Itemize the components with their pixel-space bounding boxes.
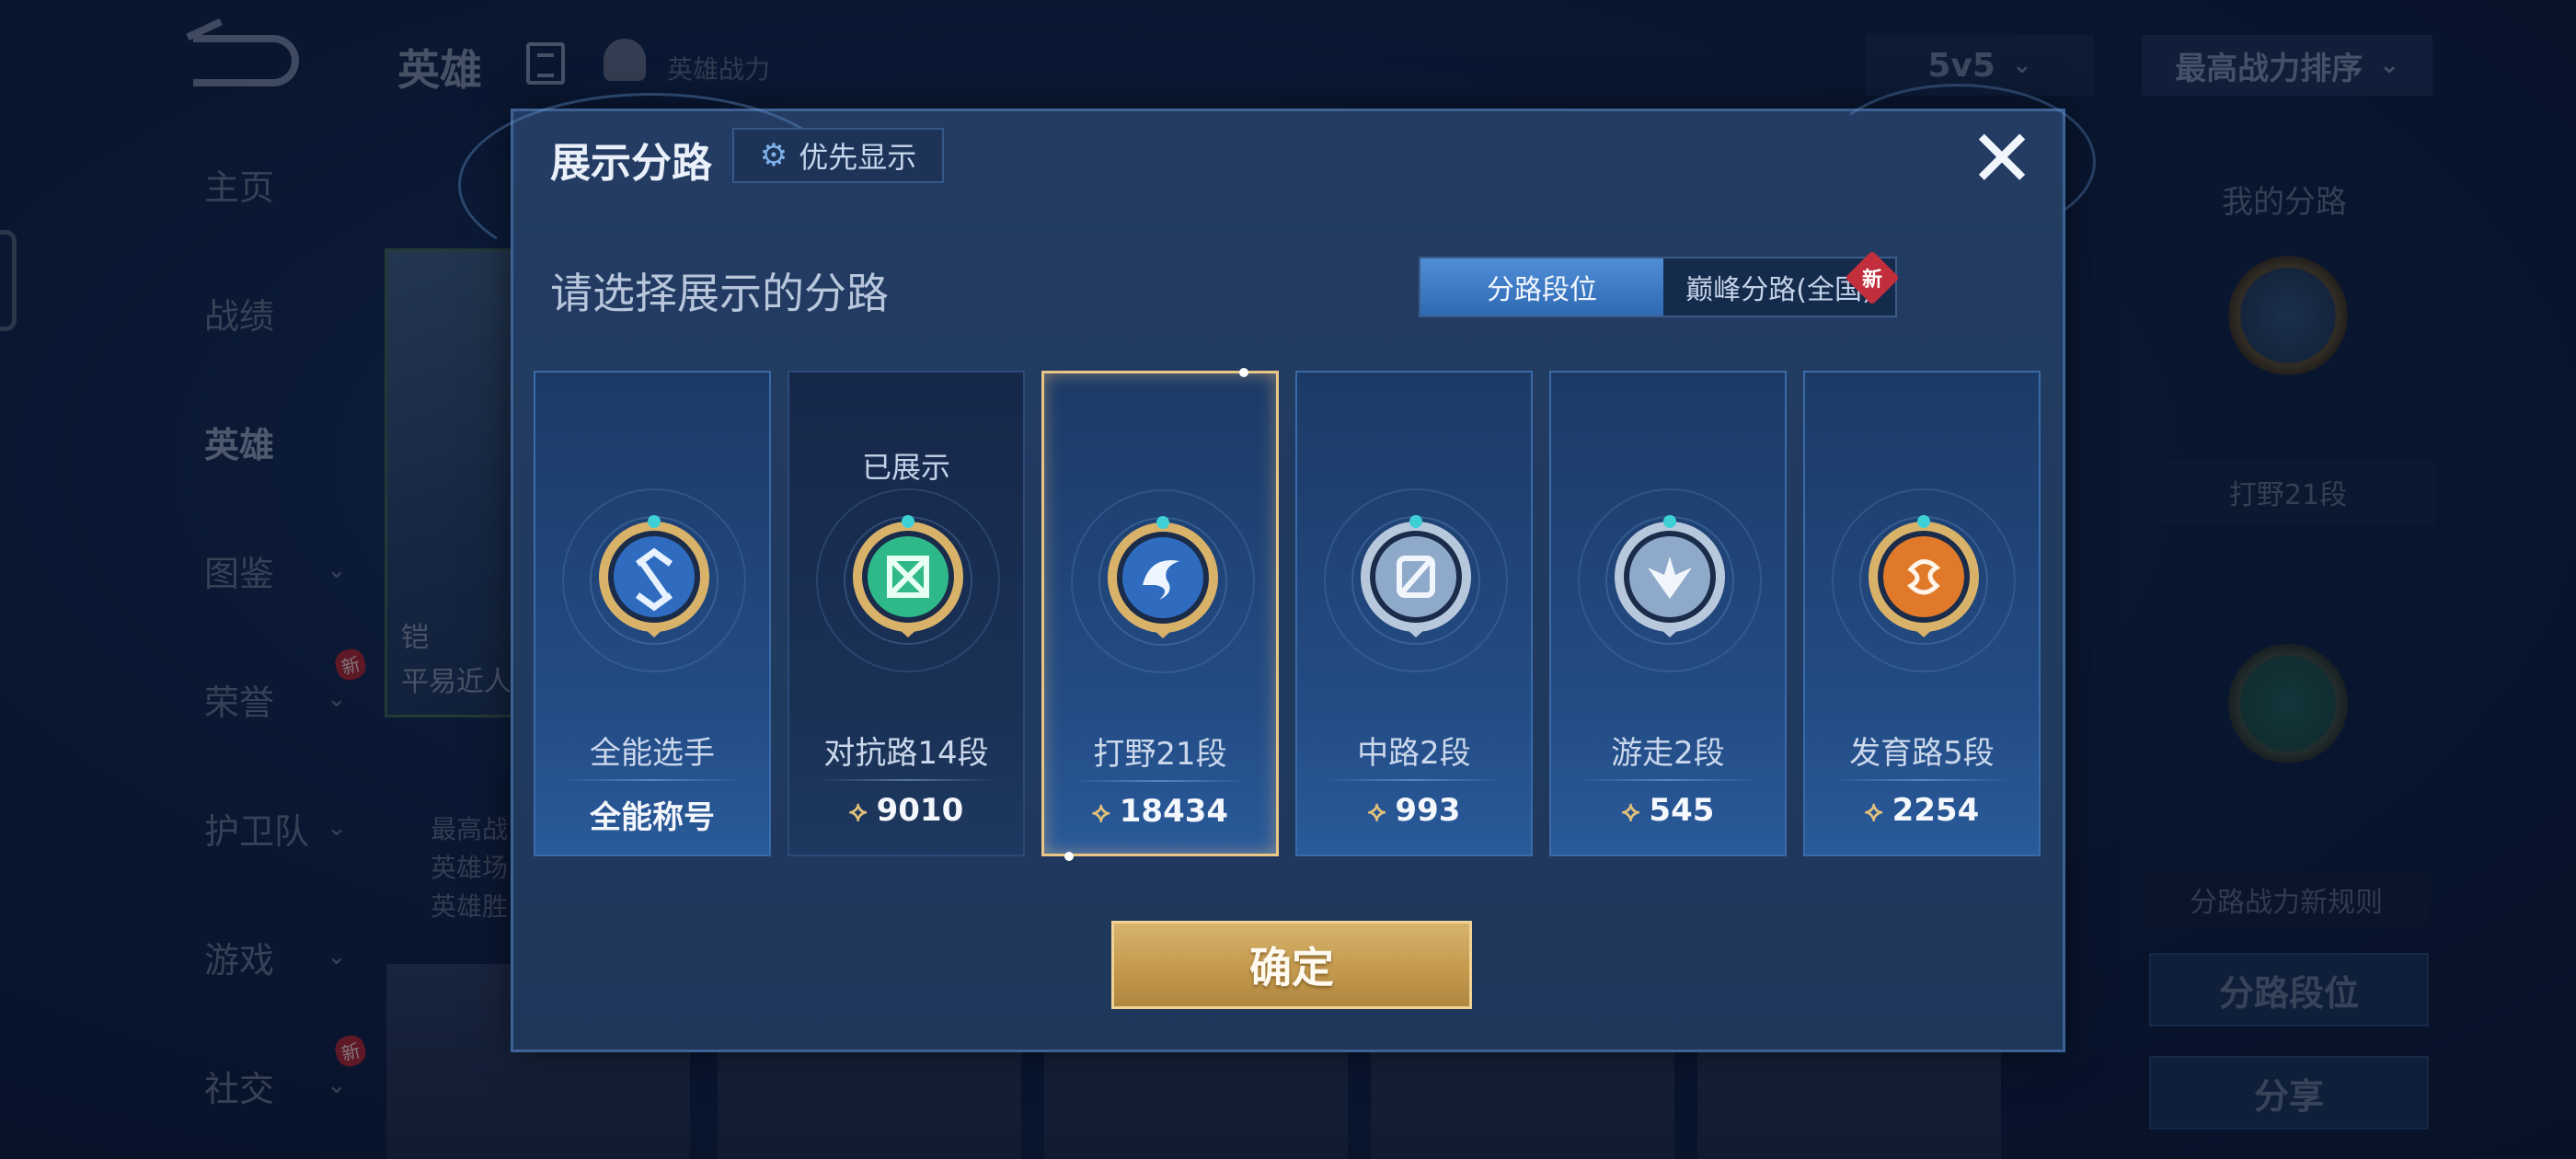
- lane-name: 游走2段: [1611, 735, 1725, 772]
- lane-score: ⟡ 2254: [1805, 792, 2039, 829]
- power-icon: ⟡: [848, 796, 868, 828]
- divider: [563, 779, 742, 781]
- lane-card-jungle[interactable]: 打野21段 ⟡ 18434: [1041, 368, 1279, 861]
- divider: [1325, 779, 1503, 781]
- lane-score-value: 9010: [876, 792, 964, 829]
- lane-display-modal: 展示分路 ⚙ 优先显示 ✕ 请选择展示的分路 分路段位 巅峰分路(全国) 新 全…: [458, 84, 2096, 1052]
- divider: [1072, 780, 1248, 782]
- power-icon: ⟡: [1091, 797, 1110, 829]
- confirm-button[interactable]: 确定: [1111, 921, 1472, 1009]
- close-icon[interactable]: ✕: [1965, 120, 2039, 199]
- modal-title: 展示分路: [550, 140, 712, 187]
- lane-score: ⟡ 993: [1297, 792, 1531, 829]
- lane-card-list: 全能选手 全能称号 已展示 对抗路14段 ⟡ 9010 打野21段 ⟡ 18434 中路2段 ⟡ 99…: [534, 368, 2042, 861]
- clash-emblem-icon: [844, 511, 972, 648]
- lane-name: 发育路5段: [1849, 735, 1995, 772]
- tab-lane-rank[interactable]: 分路段位: [1420, 258, 1663, 316]
- priority-display-label: 优先显示: [799, 140, 917, 175]
- lane-name: 对抗路14段: [823, 735, 989, 772]
- lane-tab-switch: 分路段位 巅峰分路(全国): [1419, 257, 1897, 317]
- shown-label: 已展示: [861, 450, 950, 485]
- lane-card-farm[interactable]: 发育路5段 ⟡ 2254: [1803, 371, 2041, 856]
- lane-score: 全能称号: [535, 792, 769, 837]
- decor-swirl: [1820, 84, 2096, 240]
- lane-name: 全能选手: [590, 735, 715, 772]
- power-icon: ⟡: [1367, 796, 1386, 828]
- jungle-emblem-icon: [1098, 511, 1227, 649]
- lane-score: ⟡ 545: [1551, 792, 1785, 829]
- selection-corner: [1064, 852, 1074, 861]
- lane-card-mid[interactable]: 中路2段 ⟡ 993: [1295, 371, 1533, 856]
- lane-score: ⟡ 18434: [1044, 793, 1276, 830]
- mid-emblem-icon: [1351, 511, 1480, 648]
- divider: [1579, 779, 1757, 781]
- farm-emblem-icon: [1859, 511, 1988, 648]
- selection-corner: [1239, 368, 1248, 377]
- gear-icon: ⚙: [759, 137, 788, 174]
- divider: [817, 779, 995, 781]
- lane-name: 中路2段: [1357, 735, 1471, 772]
- lane-score-value: 18434: [1119, 793, 1229, 830]
- allround-emblem-icon: [590, 511, 719, 648]
- lane-score-value: 2254: [1892, 792, 1980, 829]
- lane-score-value: 993: [1395, 792, 1461, 829]
- lane-name: 打野21段: [1093, 736, 1227, 773]
- lane-score-value: 全能称号: [590, 799, 715, 836]
- divider: [1833, 779, 2011, 781]
- lane-card-roam[interactable]: 游走2段 ⟡ 545: [1549, 371, 1787, 856]
- lane-score: ⟡ 9010: [789, 792, 1023, 829]
- lane-score-value: 545: [1649, 792, 1715, 829]
- lane-card-allround[interactable]: 全能选手 全能称号: [534, 371, 771, 856]
- power-icon: ⟡: [1621, 796, 1640, 828]
- power-icon: ⟡: [1864, 796, 1883, 828]
- lane-card-clash[interactable]: 已展示对抗路14段 ⟡ 9010: [788, 371, 1025, 856]
- priority-display-button[interactable]: ⚙ 优先显示: [732, 128, 944, 183]
- modal-subtitle: 请选择展示的分路: [550, 269, 889, 318]
- roam-emblem-icon: [1605, 511, 1734, 648]
